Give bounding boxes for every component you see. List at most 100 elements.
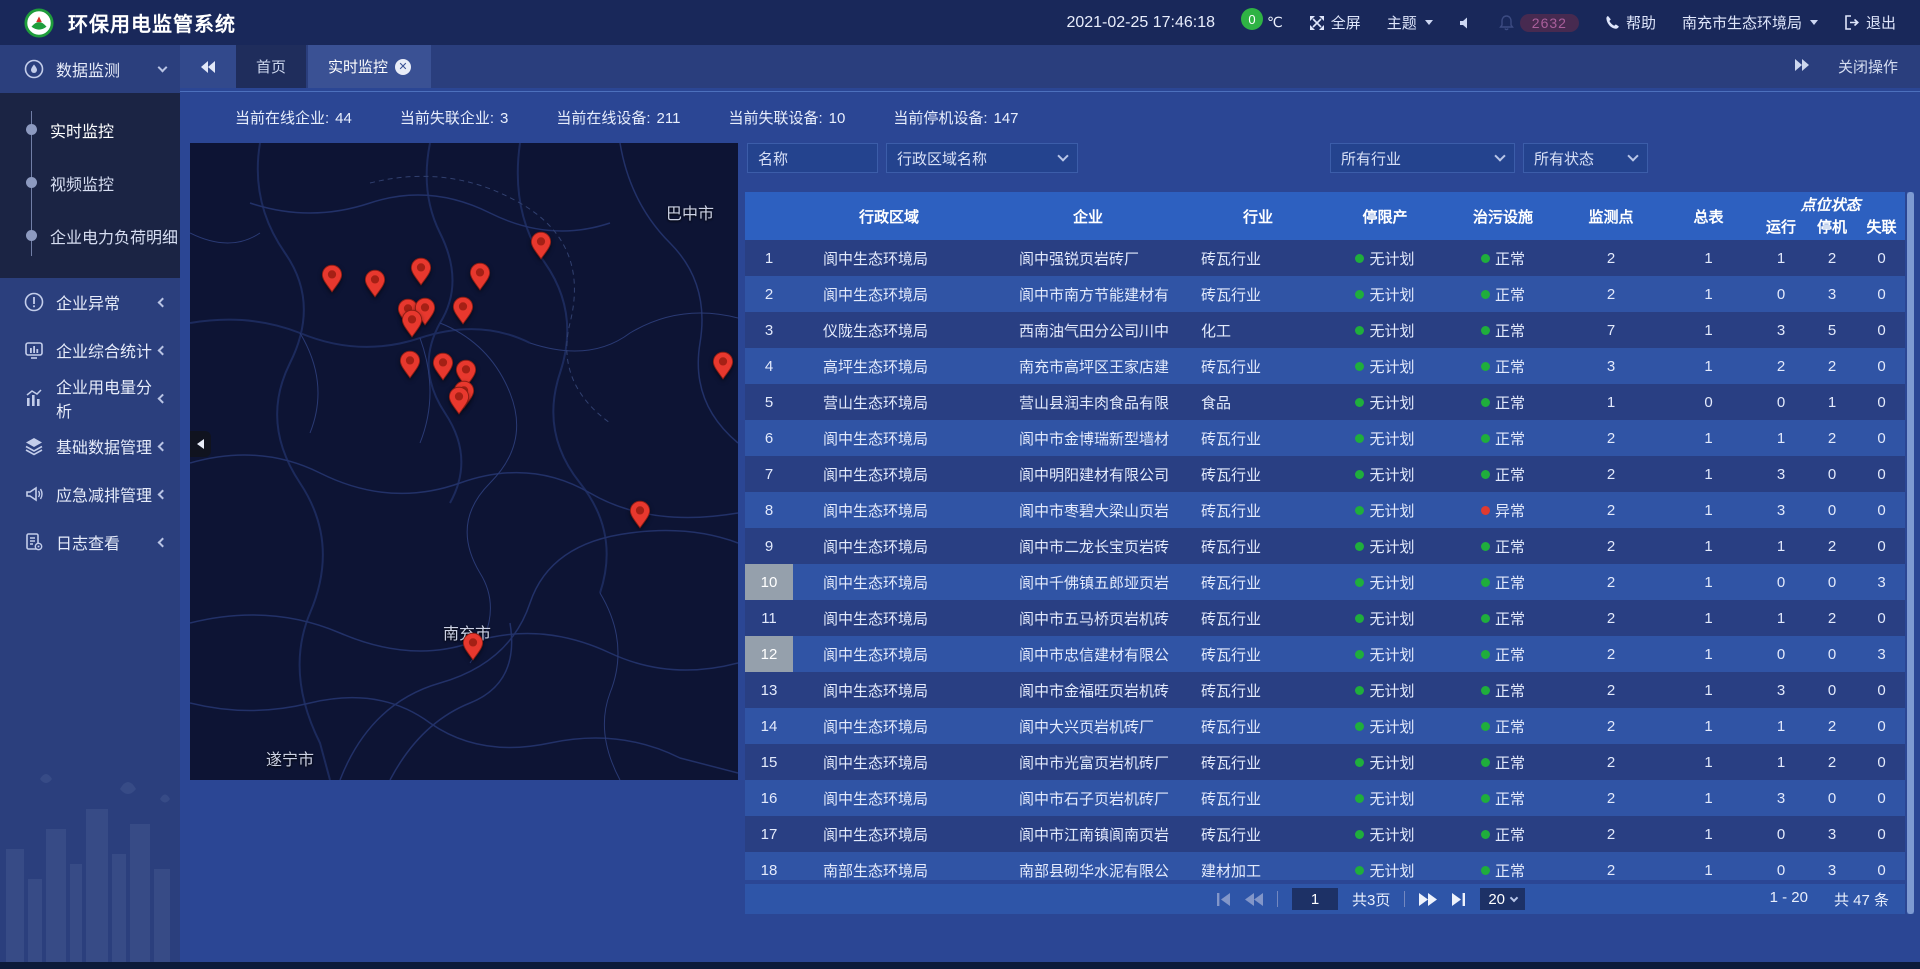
map-pin-17[interactable] [462, 632, 484, 662]
cell-total-meters: 1 [1661, 276, 1756, 312]
status-label: 当前在线设备: [556, 110, 650, 127]
table-row[interactable]: 18南部生态环境局南部县砌华水泥有限公建材加工无计划正常21030 [745, 852, 1905, 880]
status-select[interactable]: 所有状态 [1523, 143, 1648, 173]
sidebar-item-实时监控[interactable]: 实时监控 [0, 103, 180, 156]
map-pin-1[interactable] [321, 264, 343, 294]
total-count-label: 共 47 条 [1834, 889, 1889, 910]
cell-limit-production: 无计划 [1325, 456, 1445, 492]
map-pin-10[interactable] [399, 350, 421, 380]
table-row[interactable]: 17阆中生态环境局阆中市江南镇阆南页岩砖瓦行业无计划正常21030 [745, 816, 1905, 852]
status-item: 当前失联企业:3 [400, 107, 509, 128]
limit-label: 无计划 [1369, 356, 1414, 377]
sidebar-group-4[interactable]: 企业用电量分析 [0, 374, 180, 422]
cell-district: 阆中生态环境局 [793, 420, 985, 456]
sidebar-group-1[interactable]: 数据监测 [0, 45, 180, 93]
row-number: 3 [745, 312, 793, 348]
table-row[interactable]: 16阆中生态环境局阆中市石子页岩机砖厂砖瓦行业无计划正常21300 [745, 780, 1905, 816]
page-size-value: 20 [1488, 891, 1505, 908]
limit-label: 无计划 [1369, 608, 1414, 629]
cell-treatment-facility: 正常 [1445, 384, 1561, 420]
table-row[interactable]: 5营山生态环境局营山县润丰肉食品有限食品无计划正常10010 [745, 384, 1905, 420]
map-pin-11[interactable] [432, 352, 454, 382]
chevron-down-icon [1627, 150, 1638, 161]
prev-page-button[interactable] [1245, 893, 1263, 906]
map-pin-9[interactable] [452, 296, 474, 326]
table-row[interactable]: 2阆中生态环境局阆中市南方节能建材有砖瓦行业无计划正常21030 [745, 276, 1905, 312]
table-row[interactable]: 9阆中生态环境局阆中市二龙长宝页岩砖砖瓦行业无计划正常21120 [745, 528, 1905, 564]
table-row[interactable]: 8阆中生态环境局阆中市枣碧大梁山页岩砖瓦行业无计划异常21300 [745, 492, 1905, 528]
map-pin-8[interactable] [401, 309, 423, 339]
cell-company: 阆中市江南镇阆南页岩 [985, 816, 1191, 852]
mute-button[interactable] [1459, 16, 1473, 30]
map-pin-2[interactable] [364, 269, 386, 299]
map-pin-14[interactable] [448, 386, 470, 416]
close-operations-button[interactable]: 关闭操作 [1838, 56, 1898, 77]
map-pin-5[interactable] [530, 231, 552, 261]
limit-label: 无计划 [1369, 392, 1414, 413]
help-button[interactable]: 帮助 [1605, 12, 1656, 33]
chevron-down-icon [1810, 20, 1818, 25]
logout-button[interactable]: 退出 [1844, 12, 1896, 33]
status-dot-green [1481, 830, 1490, 839]
cell-disconnected: 0 [1858, 240, 1905, 276]
row-number: 15 [745, 744, 793, 780]
cell-district: 阆中生态环境局 [793, 672, 985, 708]
map-panel[interactable]: 巴中市南充市遂宁市 [190, 143, 738, 780]
close-icon[interactable]: ✕ [395, 59, 411, 75]
map-pin-4[interactable] [469, 262, 491, 292]
region-select[interactable]: 行政区域名称 [886, 143, 1078, 173]
table-row[interactable]: 4高坪生态环境局南充市高坪区王家店建砖瓦行业无计划正常31220 [745, 348, 1905, 384]
last-page-button[interactable] [1451, 893, 1466, 906]
map-collapse-button[interactable] [190, 431, 211, 457]
table-row[interactable]: 11阆中生态环境局阆中市五马桥页岩机砖砖瓦行业无计划正常21120 [745, 600, 1905, 636]
cell-company: 阆中市枣碧大梁山页岩 [985, 492, 1191, 528]
fullscreen-button[interactable]: 全屏 [1309, 12, 1361, 33]
page-size-select[interactable]: 20 [1480, 888, 1525, 910]
map-pin-16[interactable] [629, 500, 651, 530]
table-scrollbar[interactable] [1907, 192, 1914, 914]
cell-district: 阆中生态环境局 [793, 528, 985, 564]
sidebar-group-5[interactable]: 基础数据管理 [0, 422, 180, 470]
status-dot-green [1355, 254, 1364, 263]
tab-实时监控[interactable]: 实时监控✕ [308, 45, 431, 88]
page-number-input[interactable]: 1 [1292, 888, 1338, 910]
map-pin-15[interactable] [712, 351, 734, 381]
next-page-button[interactable] [1419, 893, 1437, 906]
stats-icon [24, 340, 44, 360]
status-dot-green [1481, 254, 1490, 263]
map-pin-3[interactable] [410, 257, 432, 287]
theme-dropdown[interactable]: 主题 [1387, 12, 1433, 33]
table-row[interactable]: 13阆中生态环境局阆中市金福旺页岩机砖砖瓦行业无计划正常21300 [745, 672, 1905, 708]
table-row[interactable]: 10阆中生态环境局阆中千佛镇五郎垭页岩砖瓦行业无计划正常21003 [745, 564, 1905, 600]
cell-treatment-facility: 正常 [1445, 780, 1561, 816]
sidebar-group-6[interactable]: 应急减排管理 [0, 470, 180, 518]
sidebar-group-3[interactable]: 企业综合统计 [0, 326, 180, 374]
first-page-button[interactable] [1216, 893, 1231, 906]
cell-running: 3 [1756, 312, 1806, 348]
table-row[interactable]: 7阆中生态环境局阆中明阳建材有限公司砖瓦行业无计划正常21300 [745, 456, 1905, 492]
sidebar-item-企业电力负荷明细[interactable]: 企业电力负荷明细 [0, 209, 180, 262]
cell-limit-production: 无计划 [1325, 384, 1445, 420]
notification-bell[interactable]: 2632 [1499, 14, 1579, 32]
sidebar-item-视频监控[interactable]: 视频监控 [0, 156, 180, 209]
status-dot-green [1481, 434, 1490, 443]
tab-首页[interactable]: 首页 [236, 45, 306, 88]
table-row[interactable]: 1阆中生态环境局阆中强锐页岩砖厂砖瓦行业无计划正常21120 [745, 240, 1905, 276]
tabs-scroll-right-button[interactable] [1794, 58, 1810, 76]
cell-district: 阆中生态环境局 [793, 816, 985, 852]
sidebar-group-7[interactable]: 日志查看 [0, 518, 180, 566]
table-row[interactable]: 15阆中生态环境局阆中市光富页岩机砖厂砖瓦行业无计划正常21120 [745, 744, 1905, 780]
table-row[interactable]: 3仪陇生态环境局西南油气田分公司川中化工无计划正常71350 [745, 312, 1905, 348]
table-row[interactable]: 12阆中生态环境局阆中市忠信建材有限公砖瓦行业无计划正常21003 [745, 636, 1905, 672]
cell-limit-production: 无计划 [1325, 816, 1445, 852]
tabs-scroll-left-button[interactable] [180, 45, 236, 88]
status-dot-green [1355, 326, 1364, 335]
temperature: 0 ℃ [1241, 14, 1283, 31]
row-number: 7 [745, 456, 793, 492]
sidebar-group-2[interactable]: 企业异常 [0, 278, 180, 326]
table-row[interactable]: 14阆中生态环境局阆中大兴页岩机砖厂砖瓦行业无计划正常21120 [745, 708, 1905, 744]
industry-select[interactable]: 所有行业 [1330, 143, 1515, 173]
org-dropdown[interactable]: 南充市生态环境局 [1682, 12, 1818, 33]
table-row[interactable]: 6阆中生态环境局阆中市金博瑞新型墙材砖瓦行业无计划正常21120 [745, 420, 1905, 456]
name-search-input[interactable]: 名称 [747, 143, 878, 173]
